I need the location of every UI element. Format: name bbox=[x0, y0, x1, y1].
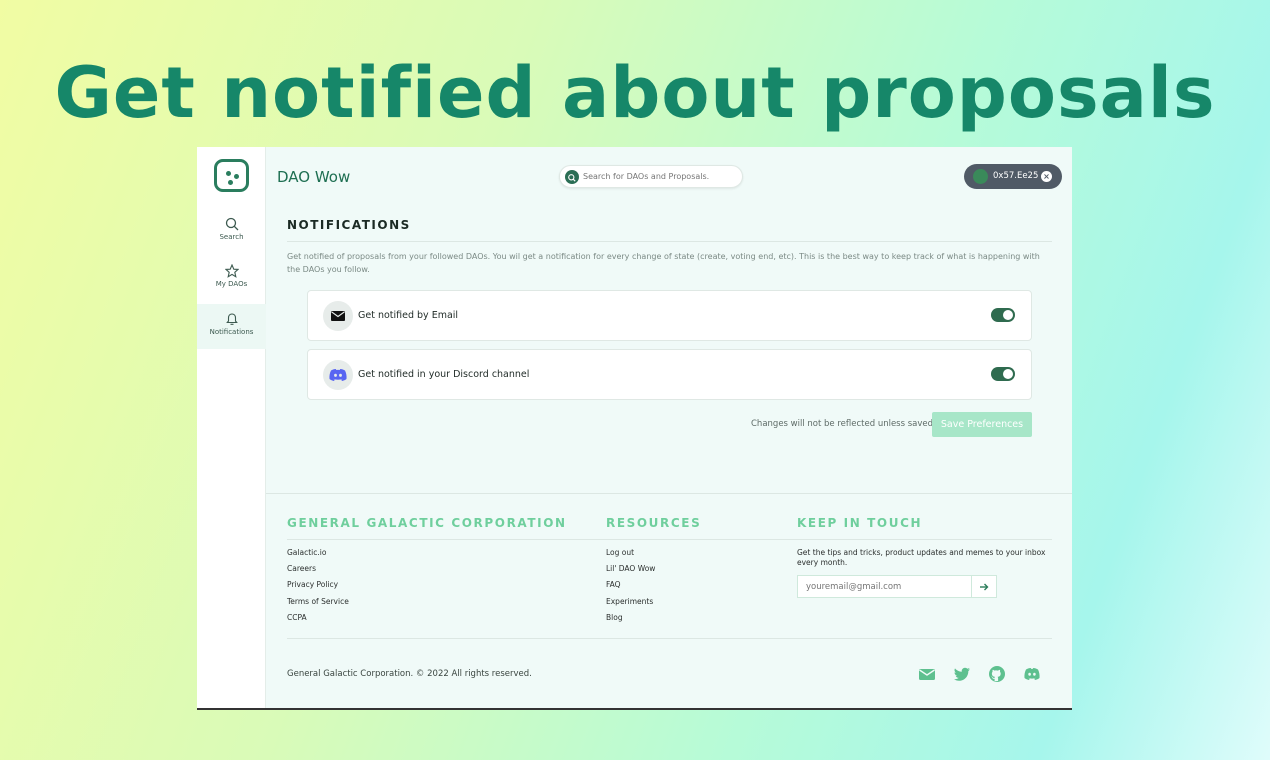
sidebar-item-label: Search bbox=[219, 233, 244, 241]
footer-heading-resources: RESOURCES bbox=[606, 516, 702, 530]
footer-heading-company: GENERAL GALACTIC CORPORATION bbox=[287, 516, 567, 530]
footer-link-lil-dao-wow[interactable]: Lil' DAO Wow bbox=[606, 564, 655, 573]
app-window: Search My DAOs Notifications DAO Wow Sea… bbox=[197, 147, 1072, 710]
page-title: NOTIFICATIONS bbox=[287, 218, 411, 232]
newsletter-email-input[interactable] bbox=[797, 575, 972, 598]
discord-option-label: Get notified in your Discord channel bbox=[358, 369, 530, 380]
divider bbox=[287, 638, 1052, 639]
search-bar[interactable] bbox=[559, 165, 743, 188]
footer-divider bbox=[266, 493, 1072, 494]
footer-link-logout[interactable]: Log out bbox=[606, 548, 634, 557]
sidebar-item-notifications[interactable]: Notifications bbox=[197, 304, 266, 349]
bell-icon bbox=[225, 313, 238, 325]
footer-heading-keep-in-touch: KEEP IN TOUCH bbox=[797, 516, 923, 530]
email-toggle[interactable] bbox=[991, 308, 1015, 322]
discord-icon[interactable] bbox=[1022, 664, 1042, 684]
close-icon[interactable]: × bbox=[1041, 171, 1052, 182]
arrow-right-icon bbox=[980, 583, 989, 591]
sidebar: Search My DAOs Notifications bbox=[197, 147, 266, 708]
footer-link-faq[interactable]: FAQ bbox=[606, 580, 621, 589]
envelope-icon bbox=[323, 301, 353, 331]
divider bbox=[287, 539, 1052, 540]
footer-link-privacy[interactable]: Privacy Policy bbox=[287, 580, 338, 589]
discord-notification-card: Get notified in your Discord channel bbox=[307, 349, 1032, 400]
wallet-button[interactable]: 0x57.Ee25 × bbox=[964, 164, 1062, 189]
sidebar-item-my-daos[interactable]: My DAOs bbox=[197, 260, 266, 305]
copyright: General Galactic Corporation. © 2022 All… bbox=[287, 669, 532, 679]
sidebar-item-label: My DAOs bbox=[215, 280, 248, 288]
email-option-label: Get notified by Email bbox=[358, 310, 459, 321]
footer-link-careers[interactable]: Careers bbox=[287, 564, 316, 573]
app-title: DAO Wow bbox=[277, 168, 351, 186]
footer-link-terms[interactable]: Terms of Service bbox=[287, 597, 349, 606]
page-description: Get notified of proposals from your foll… bbox=[287, 252, 1040, 274]
sidebar-item-search[interactable]: Search bbox=[197, 213, 266, 258]
sidebar-item-label: Notifications bbox=[209, 328, 254, 336]
newsletter-description: Get the tips and tricks, product updates… bbox=[797, 548, 1046, 567]
search-icon bbox=[225, 217, 238, 231]
hero-title: Get notified about proposals bbox=[54, 52, 1216, 134]
app-logo[interactable] bbox=[214, 159, 249, 192]
footer-link-galactic[interactable]: Galactic.io bbox=[287, 548, 326, 557]
github-icon[interactable] bbox=[987, 664, 1007, 684]
discord-icon bbox=[323, 360, 353, 390]
avatar bbox=[973, 169, 988, 184]
footer-link-experiments[interactable]: Experiments bbox=[606, 597, 653, 606]
footer-link-blog[interactable]: Blog bbox=[606, 613, 623, 622]
twitter-icon[interactable] bbox=[952, 664, 972, 684]
email-notification-card: Get notified by Email bbox=[307, 290, 1032, 341]
divider bbox=[287, 241, 1052, 242]
search-input[interactable] bbox=[583, 168, 733, 185]
footer-link-ccpa[interactable]: CCPA bbox=[287, 613, 307, 622]
newsletter-submit-button[interactable] bbox=[971, 575, 997, 598]
unsaved-note: Changes will not be reflected unless sav… bbox=[751, 419, 934, 429]
star-icon bbox=[224, 264, 239, 278]
search-icon bbox=[565, 170, 579, 184]
mail-icon[interactable] bbox=[917, 664, 937, 684]
save-preferences-button[interactable]: Save Preferences bbox=[932, 412, 1032, 437]
discord-toggle[interactable] bbox=[991, 367, 1015, 381]
wallet-address: 0x57.Ee25 bbox=[993, 171, 1039, 181]
